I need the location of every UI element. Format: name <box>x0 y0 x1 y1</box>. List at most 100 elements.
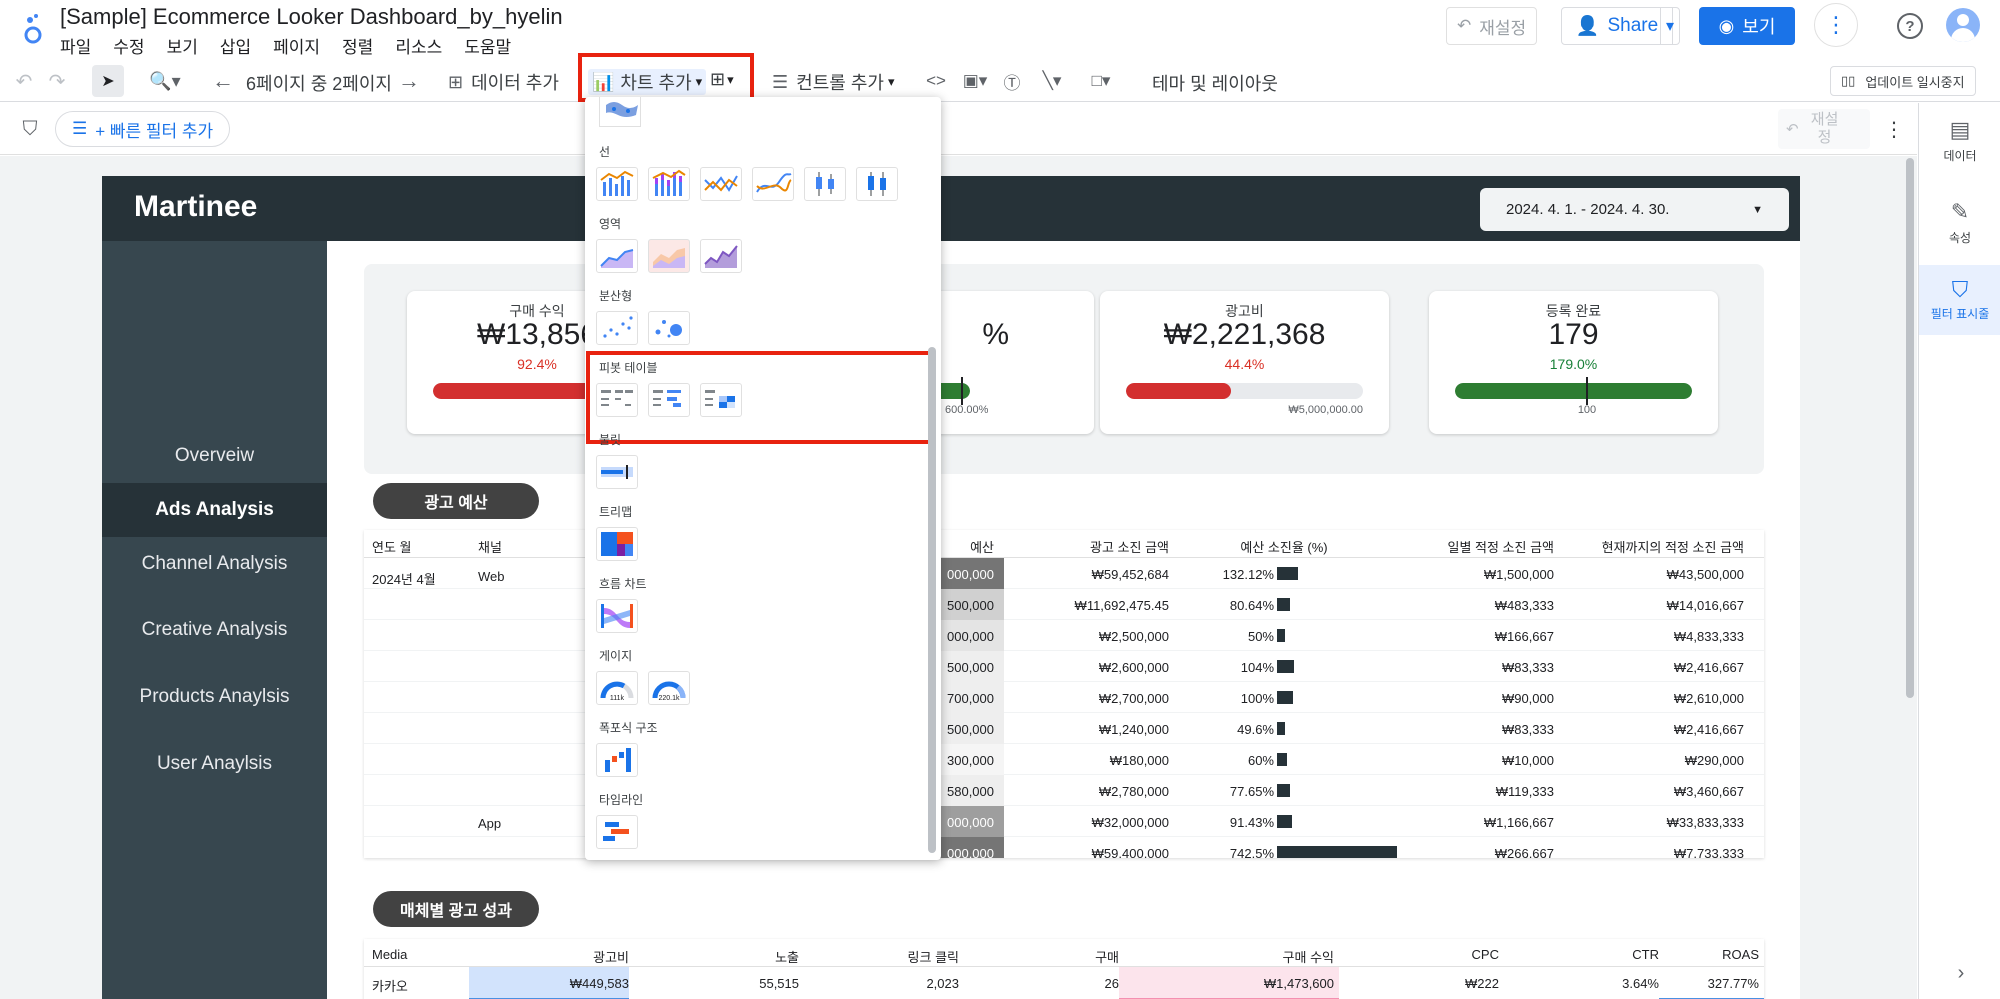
share-button[interactable]: 👤 Share <box>1561 7 1673 45</box>
table-row[interactable]: 000,000 ₩59,400,000 742.5% ₩266,667 ₩7,733,3… <box>364 837 1764 858</box>
column-header[interactable]: 구매 <box>964 947 1119 966</box>
menu-page[interactable]: 페이지 <box>273 33 320 58</box>
next-page-icon[interactable]: → <box>398 68 420 93</box>
column-header[interactable]: 노출 <box>634 947 799 966</box>
candlestick-chart-icon[interactable] <box>804 167 846 201</box>
ohlc-chart-icon[interactable] <box>856 167 898 201</box>
nav-channel-analysis[interactable]: Channel Analysis <box>102 537 327 591</box>
column-header[interactable]: 광고 소진 금액 <box>999 537 1169 556</box>
shape-icon[interactable]: □▾ <box>1082 69 1120 93</box>
table-row[interactable]: 580,000 ₩2,780,000 77.65% ₩119,333 ₩3,460,66… <box>364 775 1764 806</box>
column-header[interactable]: ROAS <box>1664 947 1759 962</box>
table-row[interactable]: 700,000 ₩2,700,000 100% ₩90,000 ₩2,610,000 <box>364 682 1764 713</box>
filterbar-more-icon[interactable]: ⋮ <box>1884 117 1904 141</box>
dropdown-scrollbar[interactable] <box>928 347 936 853</box>
scorecard-registrations[interactable]: 등록 완료 179 179.0% 100 <box>1429 291 1718 434</box>
line-icon[interactable]: ╲▾ <box>1034 69 1070 93</box>
menu-insert[interactable]: 삽입 <box>220 33 251 58</box>
stacked-area-chart-icon[interactable] <box>648 239 690 273</box>
table-row[interactable]: 카카오 ₩449,583 55,515 2,023 26 ₩1,473,600 ₩222 3.… <box>364 967 1764 998</box>
redo-icon[interactable]: ↷ <box>45 69 69 93</box>
embed-code-icon[interactable]: <> <box>924 69 948 93</box>
column-header[interactable]: 구매 수익 <box>1124 947 1334 966</box>
column-header[interactable]: CPC <box>1344 947 1499 962</box>
nav-creative-analysis[interactable]: Creative Analysis <box>102 603 327 657</box>
zoom-icon[interactable]: 🔍▾ <box>145 69 185 93</box>
bubble-chart-icon[interactable] <box>648 311 690 345</box>
view-button[interactable]: ◉ 보기 <box>1699 7 1795 45</box>
waterfall-chart-icon[interactable] <box>596 743 638 777</box>
share-dropdown-button[interactable]: ▾ <box>1660 7 1680 45</box>
select-pointer-icon[interactable]: ➤ <box>92 65 124 97</box>
menu-view[interactable]: 보기 <box>167 33 198 58</box>
nav-overview[interactable]: Overveiw <box>102 429 327 483</box>
gauge-value: 111k <box>610 695 625 702</box>
media-performance-table[interactable]: Media 광고비 노출 링크 클릭 구매 구매 수익 CPC CTR ROAS 카카오 ₩449,… <box>364 939 1764 999</box>
scatter-chart-icon[interactable] <box>596 311 638 345</box>
column-header[interactable]: CTR <box>1504 947 1659 962</box>
table-row[interactable]: 000,000 ₩2,500,000 50% ₩166,667 ₩4,833,333 <box>364 620 1764 651</box>
percent-area-chart-icon[interactable] <box>700 239 742 273</box>
table-row[interactable]: 300,000 ₩180,000 60% ₩10,000 ₩290,000 <box>364 744 1764 775</box>
treemap-icon[interactable] <box>596 527 638 561</box>
data-panel-tab[interactable]: ▤ 데이터 <box>1919 117 2000 164</box>
nav-ads-analysis[interactable]: Ads Analysis <box>102 483 327 537</box>
area-chart-icon[interactable] <box>596 239 638 273</box>
pause-updates-button[interactable]: ▯▯ 업데이트 일시중지 <box>1830 66 1976 96</box>
more-options-icon[interactable]: ⋮ <box>1814 3 1858 47</box>
gauge-ranges-chart-icon[interactable]: 220.1k <box>648 671 690 705</box>
avatar[interactable] <box>1946 8 1980 42</box>
column-header[interactable]: 채널 <box>478 537 502 556</box>
column-header[interactable]: Media <box>372 947 472 962</box>
looker-studio-logo-icon[interactable] <box>18 12 48 46</box>
filterbar-reset-button[interactable]: ↶ 재설정 <box>1778 109 1870 149</box>
add-control-button[interactable]: ☰ 컨트롤 추가 ▾ <box>772 69 894 95</box>
bullet-chart-icon[interactable] <box>596 455 638 489</box>
combo-chart-icon[interactable] <box>596 167 638 201</box>
menu-arrange[interactable]: 정렬 <box>342 33 373 58</box>
report-title[interactable]: [Sample] Ecommerce Looker Dashboard_by_h… <box>60 4 563 30</box>
menu-edit[interactable]: 수정 <box>113 33 144 58</box>
filter-icon[interactable]: ⛉ <box>18 117 42 141</box>
table-row[interactable]: 500,000 ₩1,240,000 49.6% ₩83,333 ₩2,416,667 <box>364 713 1764 744</box>
text-box-icon[interactable]: Ⓣ <box>1000 69 1024 93</box>
geo-chart-icon[interactable] <box>599 97 641 127</box>
column-header[interactable]: 현재까지의 적정 소진 금액 <box>1559 537 1744 556</box>
column-header[interactable]: 링크 클릭 <box>804 947 959 966</box>
column-header[interactable]: 예산 소진율 (%) <box>1194 537 1374 556</box>
budget-table[interactable]: 연도 월 채널 예산 광고 소진 금액 예산 소진율 (%) 일별 적정 소진 … <box>364 530 1764 858</box>
column-header[interactable]: 연도 월 <box>372 537 412 556</box>
table-row[interactable]: 000,000 ₩32,000,000 91.43% ₩1,166,667 ₩33,83… <box>364 806 1764 837</box>
properties-panel-tab[interactable]: ✎ 속성 <box>1919 199 2000 246</box>
time-series-chart-icon[interactable] <box>700 167 742 201</box>
quick-filter-button[interactable]: ☰ + 빠른 필터 추가 <box>55 111 231 147</box>
image-icon[interactable]: ▣▾ <box>958 69 992 93</box>
timeline-chart-icon[interactable] <box>596 815 638 849</box>
nav-user-analysis[interactable]: User Anaylsis <box>102 737 327 791</box>
table-row[interactable]: 000,000 ₩59,452,684 132.12% ₩1,500,000 ₩43,5… <box>364 558 1764 589</box>
column-header[interactable]: 광고비 <box>474 947 629 966</box>
table-row[interactable]: 500,000 ₩2,600,000 104% ₩83,333 ₩2,416,667 <box>364 651 1764 682</box>
column-header[interactable]: 일별 적정 소진 금액 <box>1374 537 1554 556</box>
table-row[interactable]: 500,000 ₩11,692,475.45 80.64% ₩483,333 ₩14,0… <box>364 589 1764 620</box>
reset-button[interactable]: ↶ 재설정 <box>1446 7 1538 45</box>
pause-icon: ▯▯ <box>1841 73 1856 88</box>
theme-layout-button[interactable]: 테마 및 레이아웃 <box>1152 70 1278 96</box>
stacked-combo-chart-icon[interactable] <box>648 167 690 201</box>
prev-page-icon[interactable]: ← <box>212 68 234 93</box>
smoothed-line-chart-icon[interactable] <box>752 167 794 201</box>
menu-file[interactable]: 파일 <box>60 33 91 58</box>
menu-resource[interactable]: 리소스 <box>395 33 442 58</box>
collapse-panel-icon[interactable]: › <box>1949 961 1973 985</box>
filter-bar-panel-tab[interactable]: ⛉ 필터 표시줄 <box>1919 265 2000 335</box>
nav-products-analysis[interactable]: Products Anaylsis <box>102 670 327 724</box>
gauge-chart-icon[interactable]: 111k <box>596 671 638 705</box>
undo-icon[interactable]: ↶ <box>12 69 36 93</box>
scorecard-ad-spend[interactable]: 광고비 ₩2,221,368 44.4% ₩5,000,000.00 <box>1100 291 1389 434</box>
sankey-chart-icon[interactable] <box>596 599 638 633</box>
menu-help[interactable]: 도움말 <box>464 33 511 58</box>
help-icon[interactable]: ? <box>1897 13 1923 39</box>
canvas-scrollbar[interactable] <box>1906 158 1914 698</box>
date-range-control[interactable]: 2024. 4. 1. - 2024. 4. 30. ▼ <box>1480 188 1789 231</box>
add-data-button[interactable]: ⊞ 데이터 추가 <box>448 69 559 95</box>
